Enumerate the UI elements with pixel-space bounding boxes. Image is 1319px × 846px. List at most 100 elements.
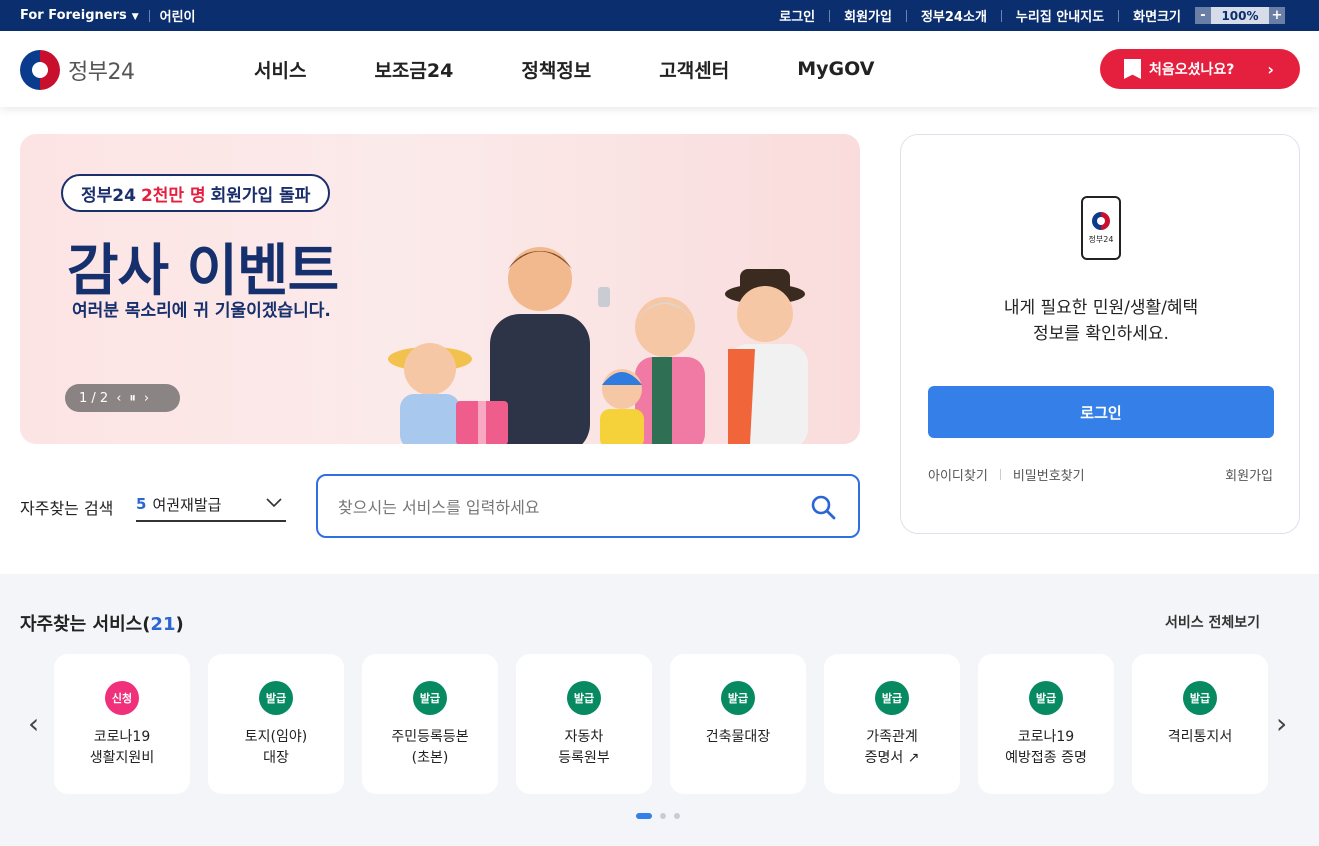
main-header: 정부24 서비스 보조금24 정책정보 고객센터 MyGOV 처음오셨나요? ›	[0, 31, 1319, 107]
service-card-building-register[interactable]: 발급 건축물대장	[670, 654, 806, 794]
login-button[interactable]: 로그인	[928, 386, 1274, 438]
nav-subsidy24[interactable]: 보조금24	[374, 56, 453, 83]
issue-badge: 발급	[1029, 681, 1063, 715]
search-icon[interactable]	[810, 494, 836, 520]
divider	[1118, 9, 1120, 22]
service-card-resident-register[interactable]: 발급 주민등록등본 (초본)	[362, 654, 498, 794]
carousel-pagination	[636, 813, 680, 819]
first-visit-label: 처음오셨나요?	[1149, 62, 1235, 78]
signup-link[interactable]: 회원가입	[844, 6, 892, 25]
services-count: 21	[150, 614, 176, 635]
for-foreigners-menu[interactable]: For Foreigners ▼	[20, 8, 139, 23]
pill-prefix: 정부24	[81, 185, 136, 206]
bookmark-star-icon	[1124, 59, 1141, 79]
chevron-right-icon[interactable]: ›	[1276, 707, 1287, 740]
taegeuk-logo-icon	[1092, 212, 1110, 230]
kids-link[interactable]: 어린이	[160, 6, 196, 25]
frequent-search-dropdown[interactable]: 5 여권재발급	[136, 488, 286, 522]
main-nav: 서비스 보조금24 정책정보 고객센터 MyGOV	[254, 31, 942, 107]
utility-bar: For Foreigners ▼ 어린이 로그인 회원가입 정부24소개 누리집 …	[0, 0, 1319, 31]
service-label: 주민등록등본 (초본)	[391, 729, 469, 766]
frequent-rank: 5	[136, 495, 147, 513]
service-label: 자동차 등록원부	[558, 729, 610, 766]
service-label: 코로나19 예방접종 증명	[1005, 729, 1087, 766]
next-slide-icon[interactable]: ›	[144, 391, 149, 406]
chevron-down-icon	[266, 498, 282, 508]
divider	[148, 9, 150, 22]
service-search-box	[316, 474, 860, 538]
prev-slide-icon[interactable]: ‹	[116, 391, 121, 406]
phone-label: 정부24	[1088, 235, 1114, 244]
divider	[1000, 9, 1002, 22]
apply-badge: 신청	[105, 681, 139, 715]
frequent-search-label: 자주찾는 검색	[20, 499, 114, 518]
service-label: 가족관계 증명서 ↗	[865, 727, 920, 769]
for-foreigners-label: For Foreigners	[20, 8, 127, 23]
banner-headline: 감사 이벤트	[67, 239, 339, 304]
login-help-links: 아이디찾기 비밀번호찾기	[928, 465, 1085, 484]
issue-badge: 발급	[567, 681, 601, 715]
service-label: 격리통지서	[1167, 729, 1233, 745]
page-dot[interactable]	[674, 813, 680, 819]
about-link[interactable]: 정부24소개	[921, 6, 987, 25]
chevron-right-icon: ›	[1267, 59, 1274, 79]
service-card-vehicle-register[interactable]: 발급 자동차 등록원부	[516, 654, 652, 794]
nav-customer-center[interactable]: 고객센터	[659, 56, 729, 83]
nav-mygov[interactable]: MyGOV	[797, 58, 874, 80]
login-message-line2: 정보를 확인하세요.	[1033, 324, 1169, 344]
mobile-id-icon: 정부24	[1081, 196, 1121, 260]
pill-highlight: 2천만 명	[140, 185, 206, 206]
pause-icon[interactable]: ⏸	[129, 391, 136, 406]
sitemap-link[interactable]: 누리집 안내지도	[1016, 6, 1104, 25]
issue-badge: 발급	[875, 681, 909, 715]
service-card-land-register[interactable]: 발급 토지(임야) 대장	[208, 654, 344, 794]
find-id-link[interactable]: 아이디찾기	[928, 465, 988, 484]
page-dot[interactable]	[660, 813, 666, 819]
caret-down-icon: ▼	[131, 12, 139, 22]
nav-policy-info[interactable]: 정책정보	[521, 56, 591, 83]
issue-badge: 발급	[413, 681, 447, 715]
chevron-left-icon[interactable]: ‹	[28, 707, 39, 740]
login-message: 내게 필요한 민원/생활/혜택 정보를 확인하세요.	[901, 295, 1301, 347]
zoom-out-button[interactable]: -	[1195, 7, 1211, 24]
pill-suffix: 회원가입 돌파	[210, 185, 311, 206]
frequent-services-section: 자주찾는 서비스(21) 서비스 전체보기 ‹ › 신청 코로나19 생활지원비…	[0, 574, 1319, 846]
logo-text: 정부24	[68, 60, 135, 85]
service-card-vaccination-certificate[interactable]: 발급 코로나19 예방접종 증명	[978, 654, 1114, 794]
external-link-icon: ↗	[907, 750, 920, 766]
nav-services[interactable]: 서비스	[254, 56, 306, 83]
first-visit-button[interactable]: 처음오셨나요? ›	[1100, 49, 1300, 89]
service-card-family-certificate[interactable]: 발급 가족관계 증명서 ↗	[824, 654, 960, 794]
family-illustration	[388, 247, 808, 444]
search-input[interactable]	[338, 494, 778, 520]
service-card-quarantine-notice[interactable]: 발급 격리통지서	[1132, 654, 1268, 794]
find-password-link[interactable]: 비밀번호찾기	[1013, 465, 1085, 484]
screen-size-label: 화면크기	[1133, 10, 1181, 25]
issue-badge: 발급	[1183, 681, 1217, 715]
divider	[999, 469, 1001, 480]
service-card-covid-support[interactable]: 신청 코로나19 생활지원비	[54, 654, 190, 794]
services-title-text: 자주찾는 서비스	[20, 614, 143, 635]
service-label: 코로나19 생활지원비	[89, 729, 155, 766]
banner-pill: 정부24 2천만 명 회원가입 돌파	[61, 174, 331, 212]
login-message-line1: 내게 필요한 민원/생활/혜택	[1003, 298, 1199, 318]
banner-subline: 여러분 목소리에 귀 기울이겠습니다.	[72, 301, 331, 321]
page-dot-active[interactable]	[636, 813, 652, 819]
service-label: 토지(임야) 대장	[244, 729, 308, 766]
service-label: 건축물대장	[705, 729, 771, 745]
taegeuk-logo-icon	[20, 50, 60, 90]
zoom-value: 100%	[1221, 8, 1259, 23]
services-title: 자주찾는 서비스(21)	[20, 614, 184, 635]
login-link[interactable]: 로그인	[779, 6, 815, 25]
issue-badge: 발급	[259, 681, 293, 715]
zoom-in-button[interactable]: +	[1269, 7, 1285, 24]
event-banner[interactable]: 정부24 2천만 명 회원가입 돌파 감사 이벤트 여러분 목소리에 귀 기울이…	[20, 134, 860, 444]
issue-badge: 발급	[721, 681, 755, 715]
banner-pager: 1 / 2	[79, 390, 109, 406]
service-cards: 신청 코로나19 생활지원비 발급 토지(임야) 대장 발급 주민등록등본 (초…	[54, 654, 1268, 794]
site-logo[interactable]: 정부24	[20, 50, 135, 90]
divider	[829, 9, 831, 22]
panel-signup-link[interactable]: 회원가입	[1225, 465, 1273, 484]
view-all-services-link[interactable]: 서비스 전체보기	[1165, 612, 1260, 632]
login-panel: 정부24 내게 필요한 민원/생활/혜택 정보를 확인하세요. 로그인 아이디찾…	[900, 134, 1300, 534]
